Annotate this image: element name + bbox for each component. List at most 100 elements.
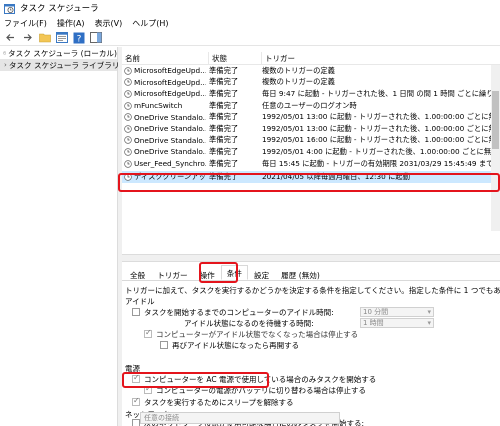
- table-row[interactable]: OneDrive Standalo... 準備完了 1992/05/01 16:00…: [122, 135, 500, 147]
- task-name: MicrosoftEdgeUpd...: [134, 89, 206, 99]
- task-icon: [124, 113, 132, 121]
- idle-start-label: タスクを開始するまでのコンピューターのアイドル時間:: [144, 308, 334, 317]
- task-trigger: 1992/05/01 13:00 に起動 - トリガーされた後、1.00:00:…: [262, 123, 500, 133]
- task-state: 準備完了: [209, 77, 239, 87]
- folder-button[interactable]: [38, 31, 51, 44]
- task-trigger: 1992/05/01 13:00 に起動 - トリガーされた後、1.00:00:…: [262, 112, 500, 122]
- column-name[interactable]: 名前: [122, 52, 209, 65]
- help-icon: ?: [73, 32, 84, 44]
- task-trigger: 1992/05/01 16:00 に起動 - トリガーされた後、1.00:00:…: [262, 135, 500, 145]
- task-trigger: 2021/04/05 以降毎週月曜日、12:30 に起動: [262, 172, 410, 182]
- network-connection-select[interactable]: 任意の接続: [140, 412, 340, 424]
- idle-wait-select[interactable]: 1 時間: [360, 318, 434, 328]
- task-name-cell: mFuncSwitch: [122, 101, 206, 110]
- table-row[interactable]: MicrosoftEdgeUpd... 準備完了 毎日 9:47 に起動 - トリガ…: [122, 88, 500, 100]
- horizontal-splitter[interactable]: [122, 254, 500, 262]
- tab-settings[interactable]: 設定: [248, 267, 275, 280]
- help-button[interactable]: ?: [72, 31, 85, 44]
- back-icon: [6, 34, 14, 41]
- chevron-right-icon[interactable]: ›: [4, 61, 7, 69]
- scroll-thumb[interactable]: [492, 91, 499, 149]
- task-name: User_Feed_Synchro...: [134, 159, 206, 169]
- tab-triggers[interactable]: トリガー: [151, 267, 193, 280]
- task-rows: MicrosoftEdgeUpd... 準備完了 複数のトリガーの定義 Microso…: [122, 65, 500, 183]
- column-trigger[interactable]: トリガー: [262, 52, 500, 65]
- task-name-cell: MicrosoftEdgeUpd...: [122, 66, 206, 75]
- table-row[interactable]: OneDrive Standalo... 準備完了 1992/05/01 13:00…: [122, 123, 500, 135]
- task-icon: [124, 173, 132, 181]
- task-icon: [124, 90, 132, 98]
- task-name-cell: User_Feed_Synchro...: [122, 159, 206, 168]
- task-state: 準備完了: [209, 135, 239, 145]
- power-wake-label: タスクを実行するためにスリープを解除する: [144, 398, 294, 407]
- tree-library[interactable]: › タスク スケジューラ ライブラリ: [0, 59, 119, 71]
- conditions-intro: トリガーに加えて、タスクを実行するかどうかを決定する条件を指定してください。指定…: [125, 286, 500, 295]
- window-title: タスク スケジューラ: [20, 4, 99, 14]
- idle-stop-checkbox[interactable]: [144, 328, 152, 338]
- table-row[interactable]: MicrosoftEdgeUpd... 準備完了 複数のトリガーの定義: [122, 65, 500, 77]
- task-trigger: 任意のユーザーのログオン時: [262, 100, 357, 110]
- tab-general[interactable]: 全般: [124, 267, 151, 280]
- properties-icon: [55, 32, 68, 43]
- power-ac-checkbox[interactable]: [132, 373, 140, 383]
- back-button[interactable]: [4, 31, 17, 44]
- task-scheduler-icon: [2, 51, 6, 55]
- task-name-cell: MicrosoftEdgeUpd...: [122, 89, 206, 98]
- table-row[interactable]: mFuncSwitch 準備完了 任意のユーザーのログオン時: [122, 100, 500, 112]
- navigation-tree: タスク スケジューラ (ローカル) › タスク スケジューラ ライブラリ: [0, 47, 119, 426]
- task-trigger: 複数のトリガーの定義: [262, 77, 335, 87]
- task-icon: [124, 148, 132, 156]
- forward-button[interactable]: [21, 31, 34, 44]
- menu-help[interactable]: ヘルプ(H): [132, 18, 168, 29]
- task-trigger: 複数のトリガーの定義: [262, 65, 335, 75]
- task-name: ディスククリーンアップ: [134, 172, 206, 182]
- task-name-cell: OneDrive Standalo...: [122, 113, 206, 122]
- properties-tabs: 全般 トリガー 操作 条件 設定 履歴 (無効): [122, 265, 500, 281]
- panel-button[interactable]: [89, 31, 102, 44]
- tree-root[interactable]: タスク スケジューラ (ローカル): [0, 47, 117, 59]
- toolbar: ?: [0, 30, 500, 46]
- power-wake-checkbox[interactable]: [132, 396, 140, 406]
- power-battery-checkbox[interactable]: [144, 384, 152, 394]
- idle-start-checkbox[interactable]: [132, 308, 140, 316]
- list-scrollbar[interactable]: [491, 65, 500, 231]
- task-trigger: 1992/05/01 4:00 に起動 - トリガーされた後、1.00:00:0…: [262, 146, 500, 156]
- task-name: MicrosoftEdgeUpd...: [134, 77, 206, 87]
- table-row[interactable]: OneDrive Standalo... 準備完了 1992/05/01 13:00…: [122, 111, 500, 123]
- power-ac-label: コンピューターを AC 電源で使用している場合のみタスクを開始する: [144, 375, 377, 384]
- task-name-cell: MicrosoftEdgeUpd...: [122, 78, 206, 87]
- task-list: 名前 状態 トリガー MicrosoftEdgeUpd... 準備完了 複数のトリガ…: [122, 52, 500, 254]
- menu-view[interactable]: 表示(V): [95, 18, 123, 29]
- menu-file[interactable]: ファイル(F): [4, 18, 47, 29]
- task-name-cell: ディスククリーンアップ: [122, 172, 206, 182]
- idle-heading: アイドル: [125, 297, 155, 306]
- task-scheduler-icon: [4, 3, 15, 14]
- task-trigger: 毎日 15:45 に起動 - トリガーの有効期限 2031/03/29 15:4…: [262, 158, 500, 168]
- panel-icon: [89, 32, 102, 43]
- task-name: OneDrive Standalo...: [134, 135, 206, 145]
- task-state: 準備完了: [209, 88, 239, 98]
- task-name-cell: OneDrive Standalo...: [122, 147, 206, 156]
- title-bar: タスク スケジューラ: [0, 0, 500, 16]
- task-trigger: 毎日 9:47 に起動 - トリガーされた後、1 日間 の間 1 時間 ごとに繰…: [262, 88, 500, 98]
- network-only-checkbox[interactable]: [132, 419, 140, 426]
- tab-actions[interactable]: 操作: [194, 267, 221, 280]
- tab-history[interactable]: 履歴 (無効): [275, 267, 326, 280]
- table-row[interactable]: ディスククリーンアップ 準備完了 2021/04/05 以降毎週月曜日、12:30 …: [122, 171, 500, 183]
- table-row[interactable]: MicrosoftEdgeUpd... 準備完了 複数のトリガーの定義: [122, 77, 500, 89]
- task-name: mFuncSwitch: [134, 101, 183, 111]
- menu-bar: ファイル(F) 操作(A) 表示(V) ヘルプ(H): [0, 16, 500, 30]
- task-state: 準備完了: [209, 146, 239, 156]
- idle-duration-select[interactable]: 10 分間: [360, 307, 434, 317]
- column-state[interactable]: 状態: [209, 52, 262, 65]
- task-icon: [124, 159, 132, 168]
- idle-restart-checkbox[interactable]: [160, 341, 168, 349]
- svg-text:?: ?: [76, 34, 81, 44]
- table-row[interactable]: OneDrive Standalo... 準備完了 1992/05/01 4:00 …: [122, 146, 500, 158]
- properties-button[interactable]: [55, 31, 68, 44]
- tab-conditions[interactable]: 条件: [220, 265, 248, 280]
- table-row[interactable]: User_Feed_Synchro... 準備完了 毎日 15:45 に起動 - ト…: [122, 158, 500, 170]
- list-header: 名前 状態 トリガー: [122, 52, 500, 65]
- task-state: 準備完了: [209, 172, 239, 182]
- menu-action[interactable]: 操作(A): [57, 18, 85, 29]
